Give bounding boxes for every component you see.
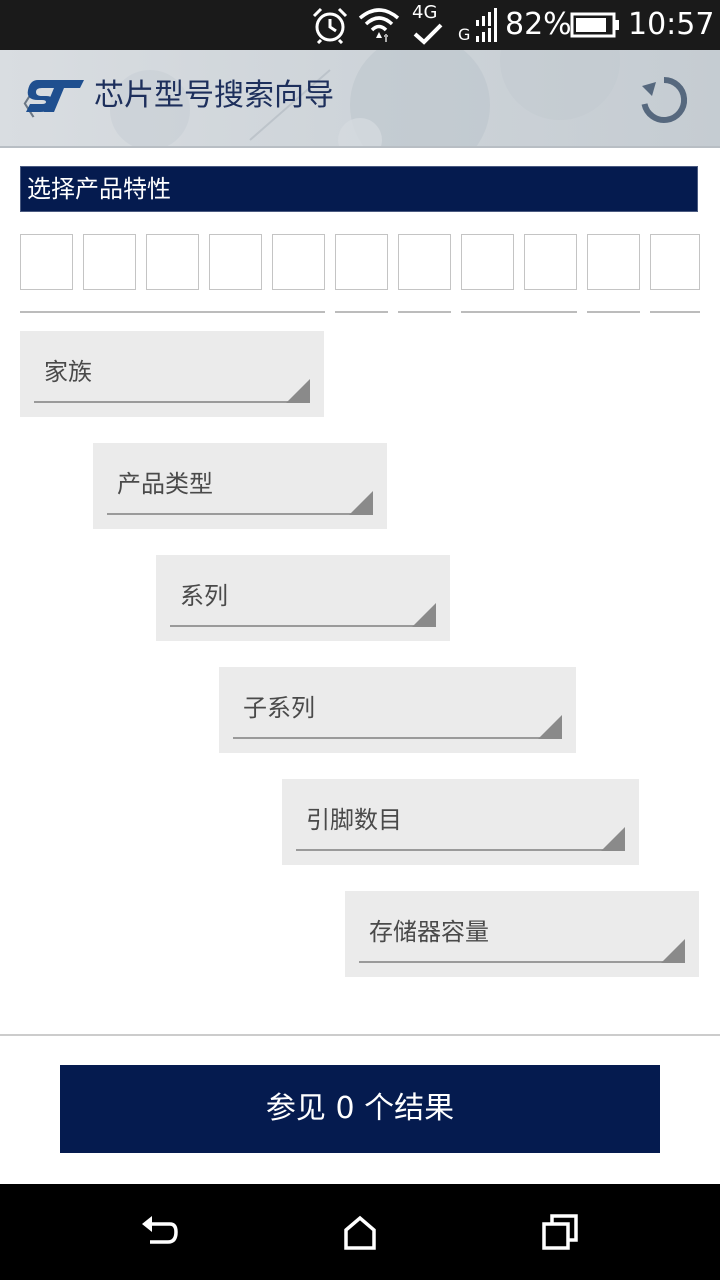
check-icon <box>413 23 443 45</box>
chip-divider <box>398 311 451 313</box>
dropdown-corner-icon <box>412 603 436 627</box>
network-g-label: G <box>458 25 471 44</box>
chip-divider <box>20 311 325 313</box>
battery-icon <box>570 12 619 38</box>
st-logo <box>26 80 84 112</box>
chip-divider <box>650 311 700 313</box>
product-type-dropdown[interactable]: 产品类型 <box>93 443 387 529</box>
dropdown-corner-icon <box>601 827 625 851</box>
home-icon[interactable] <box>340 1212 380 1252</box>
filter-chip[interactable] <box>398 234 451 290</box>
dropdown-underline <box>359 961 685 963</box>
dropdown-label: 产品类型 <box>117 470 213 498</box>
chip-divider <box>335 311 388 313</box>
dropdown-corner-icon <box>349 491 373 515</box>
footer-divider <box>0 1034 720 1036</box>
dropdown-corner-icon <box>661 939 685 963</box>
network-4g-label: 4G <box>412 2 438 23</box>
filter-chip[interactable] <box>650 234 700 290</box>
alarm-icon <box>312 7 348 44</box>
dropdown-label: 存储器容量 <box>369 918 489 946</box>
dropdown-underline <box>107 513 373 515</box>
memory-size-dropdown[interactable]: 存储器容量 <box>345 891 699 977</box>
family-dropdown[interactable]: 家族 <box>20 331 324 417</box>
dropdown-corner-icon <box>286 379 310 403</box>
refresh-icon[interactable] <box>636 72 692 128</box>
see-results-button[interactable]: 参见 0 个结果 <box>60 1065 660 1153</box>
dropdown-label: 系列 <box>180 582 228 610</box>
pin-count-dropdown[interactable]: 引脚数目 <box>282 779 639 865</box>
filter-chip[interactable] <box>461 234 514 290</box>
status-bar: 4G G 82% 10:57 <box>0 0 720 50</box>
dropdown-corner-icon <box>538 715 562 739</box>
dropdown-underline <box>296 849 625 851</box>
series-dropdown[interactable]: 系列 <box>156 555 450 641</box>
clock: 10:57 <box>628 7 715 42</box>
chip-divider <box>461 311 577 313</box>
dropdown-underline <box>170 625 436 627</box>
dropdown-label: 引脚数目 <box>306 806 402 834</box>
filter-chip[interactable] <box>83 234 136 290</box>
filter-chip[interactable] <box>524 234 577 290</box>
filter-chip[interactable] <box>20 234 73 290</box>
wifi-icon <box>358 8 400 42</box>
sub-series-dropdown[interactable]: 子系列 <box>219 667 576 753</box>
navigation-bar <box>0 1184 720 1280</box>
recent-apps-icon[interactable] <box>540 1212 580 1252</box>
filter-chip[interactable] <box>146 234 199 290</box>
battery-percent: 82% <box>505 7 572 42</box>
filter-chip[interactable] <box>209 234 262 290</box>
back-icon[interactable] <box>140 1212 180 1252</box>
dropdown-label: 子系列 <box>243 694 315 722</box>
section-header: 选择产品特性 <box>20 166 698 212</box>
filter-chip[interactable] <box>587 234 640 290</box>
filter-chip[interactable] <box>272 234 325 290</box>
app-title: 芯片型号搜索向导 <box>94 78 334 113</box>
chip-divider <box>587 311 640 313</box>
app-bar: 〈 芯片型号搜索向导 <box>0 50 720 148</box>
dropdown-underline <box>34 401 310 403</box>
filter-chip[interactable] <box>335 234 388 290</box>
dropdown-label: 家族 <box>44 358 92 386</box>
dropdown-underline <box>233 737 562 739</box>
